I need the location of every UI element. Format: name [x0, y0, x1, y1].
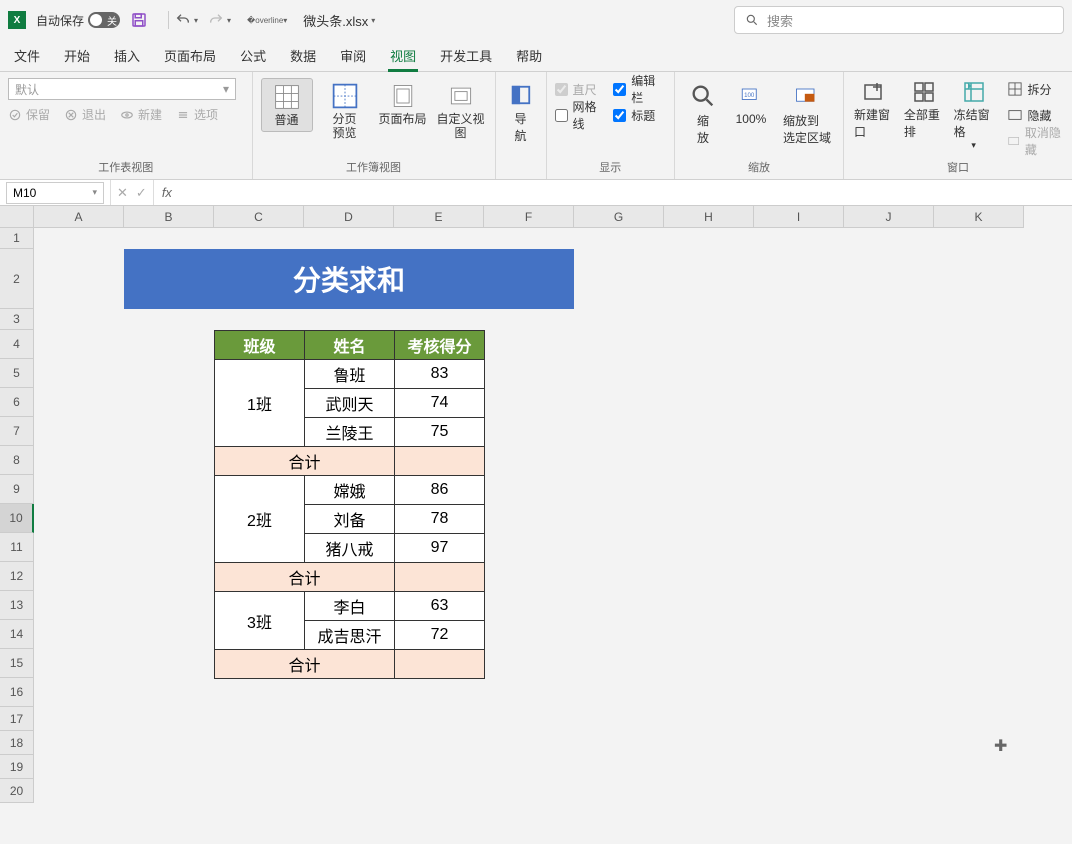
fx-icon[interactable]: fx [154, 185, 180, 200]
save-icon[interactable] [130, 11, 148, 29]
ribbon-tabs: 文件 开始 插入 页面布局 公式 数据 审阅 视图 开发工具 帮助 [0, 40, 1072, 72]
zoom-100-button[interactable]: 100 100% [729, 78, 773, 130]
tab-view[interactable]: 视图 [388, 40, 418, 72]
filename: 微头条.xlsx [303, 11, 368, 30]
zoom-selection-button[interactable]: 缩放到 选定区域 [779, 78, 835, 150]
gridlines-checkbox[interactable]: 网格线 [555, 104, 608, 126]
filename-menu[interactable]: ▾ [371, 16, 375, 25]
pagelayout-view-button[interactable]: 页面布局 [377, 78, 429, 130]
keep-button[interactable]: 保留 [8, 106, 50, 123]
redo-button[interactable]: ▾ [208, 12, 231, 28]
cells-area[interactable]: 分类求和 班级姓名考核得分1班鲁班83武则天74兰陵王75合计2班嫦娥86刘备7… [34, 228, 1072, 803]
navigation-button[interactable]: 导 航 [504, 78, 538, 150]
tab-formulas[interactable]: 公式 [238, 40, 268, 71]
options-button[interactable]: 选项 [176, 106, 218, 123]
tab-developer[interactable]: 开发工具 [438, 40, 494, 71]
newview-button[interactable]: 新建 [120, 106, 162, 123]
excel-icon: X [8, 11, 26, 29]
enter-icon[interactable]: ✓ [136, 185, 147, 201]
tab-pagelayout[interactable]: 页面布局 [162, 40, 218, 71]
name-box[interactable]: M10▾ [6, 182, 104, 204]
formula-input[interactable] [180, 180, 1072, 205]
row-headers[interactable]: 1234567891011121314151617181920 [0, 228, 34, 803]
zoom-button[interactable]: 缩 放 [683, 78, 723, 150]
sheetview-combo[interactable]: 默认▾ [8, 78, 236, 100]
cell-cursor-icon: ✚ [994, 736, 1007, 756]
pagebreak-view-button[interactable]: 分页 预览 [319, 78, 371, 144]
spreadsheet-grid[interactable]: ABCDEFGHIJK 1234567891011121314151617181… [0, 206, 1072, 803]
search-box[interactable]: 搜索 [734, 6, 1064, 34]
column-headers[interactable]: ABCDEFGHIJK [34, 206, 1024, 228]
select-all-corner[interactable] [0, 206, 34, 228]
tab-review[interactable]: 审阅 [338, 40, 368, 71]
tab-insert[interactable]: 插入 [112, 40, 142, 71]
new-window-button[interactable]: 新建窗口 [852, 78, 896, 142]
autosave-toggle[interactable]: 关 [88, 12, 120, 28]
unhide-button: 取消隐藏 [1008, 130, 1064, 152]
tab-file[interactable]: 文件 [12, 40, 42, 71]
group-zoom: 缩 放 100 100% 缩放到 选定区域 缩放 [675, 72, 844, 179]
formulabar-checkbox[interactable]: 编辑栏 [613, 78, 666, 100]
ruler-checkbox: 直尺 [555, 78, 608, 100]
ribbon: 默认▾ 保留 退出 新建 选项 工作表视图 普通 分页 预览 页面布局 [0, 72, 1072, 180]
freeze-panes-button[interactable]: 冻结窗格▾ [952, 78, 996, 153]
group-window: 新建窗口 全部重排 冻结窗格▾ 拆分 隐藏 取消隐藏 窗口 [844, 72, 1072, 179]
tab-help[interactable]: 帮助 [514, 40, 544, 71]
group-nav: 导 航 [496, 72, 547, 179]
cancel-icon[interactable]: ✕ [117, 185, 128, 201]
exit-button[interactable]: 退出 [64, 106, 106, 123]
hide-button[interactable]: 隐藏 [1008, 104, 1064, 126]
group-show: 直尺 网格线 编辑栏 标题 显示 [547, 72, 675, 179]
tab-data[interactable]: 数据 [288, 40, 318, 71]
arrange-all-button[interactable]: 全部重排 [902, 78, 946, 142]
svg-text:100: 100 [744, 92, 755, 99]
tab-home[interactable]: 开始 [62, 40, 92, 71]
split-button[interactable]: 拆分 [1008, 78, 1064, 100]
title-bar: X 自动保存 关 ▾ ▾ �overline▾ 微头条.xlsx ▾ 搜索 [0, 0, 1072, 40]
group-workbookviews: 普通 分页 预览 页面布局 自定义视图 工作簿视图 [253, 72, 496, 179]
qat-customize[interactable]: �overline▾ [247, 16, 287, 25]
undo-button[interactable]: ▾ [175, 12, 198, 28]
headings-checkbox[interactable]: 标题 [613, 104, 666, 126]
search-icon [745, 13, 759, 27]
group-sheetviews: 默认▾ 保留 退出 新建 选项 工作表视图 [0, 72, 253, 179]
formula-bar: M10▾ ✕ ✓ fx [0, 180, 1072, 206]
custom-view-button[interactable]: 自定义视图 [435, 78, 487, 144]
autosave-label: 自动保存 [36, 12, 84, 29]
sheet-title: 分类求和 [124, 249, 574, 309]
normal-view-button[interactable]: 普通 [261, 78, 313, 132]
data-table: 班级姓名考核得分1班鲁班83武则天74兰陵王75合计2班嫦娥86刘备78猪八戒9… [214, 330, 485, 679]
